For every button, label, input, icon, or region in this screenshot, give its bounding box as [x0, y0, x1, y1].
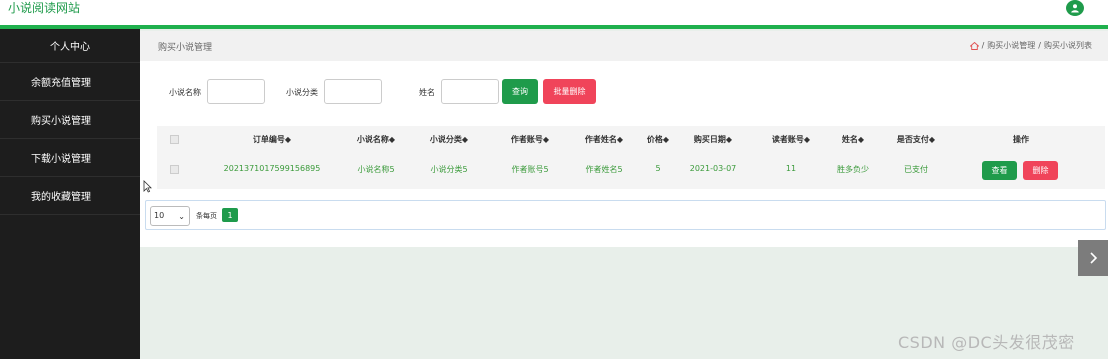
cell-author-account: 作者账号5: [511, 165, 549, 174]
chevron-right-icon: [1090, 252, 1098, 264]
site-title: 小说阅读网站: [8, 1, 81, 15]
delete-button[interactable]: 删除: [1023, 161, 1058, 180]
page-size-select[interactable]: 10 ⌄: [150, 206, 190, 226]
column-novel-name[interactable]: 小说名称◆: [357, 134, 395, 145]
page-title: 购买小说管理: [158, 43, 213, 53]
sidebar-item-download-novel[interactable]: 下载小说管理: [0, 139, 140, 177]
novel-category-input[interactable]: [324, 79, 382, 104]
mouse-cursor-icon: [143, 180, 152, 193]
search-form: 小说名称 小说分类 姓名 查询 批量删除: [140, 61, 1108, 121]
column-order-no[interactable]: 订单编号◆: [253, 134, 291, 145]
select-all-checkbox[interactable]: [170, 135, 179, 144]
main-content: 购买小说管理 / 购买小说管理 / 购买小说列表 小说名称 小说分类 姓名 查询…: [140, 29, 1108, 359]
breadcrumb: / 购买小说管理 / 购买小说列表: [969, 40, 1092, 51]
column-purchase-date[interactable]: 购买日期◆: [694, 134, 732, 145]
cell-novel-category: 小说分类5: [430, 165, 468, 174]
column-author-name[interactable]: 作者姓名◆: [585, 134, 623, 145]
cell-paid: 已支付: [904, 165, 928, 174]
sidebar-item-personal-center[interactable]: 个人中心: [0, 29, 140, 63]
user-avatar-icon[interactable]: [1066, 0, 1084, 16]
batch-delete-button[interactable]: 批量删除: [543, 79, 596, 104]
data-table: 订单编号◆ 小说名称◆ 小说分类◆ 作者账号◆ 作者姓名◆ 价格◆ 购买日期◆ …: [157, 126, 1105, 189]
cell-reader-account: 11: [785, 164, 797, 173]
sidebar-item-balance-recharge[interactable]: 余额充值管理: [0, 63, 140, 101]
page-button-current[interactable]: 1: [222, 208, 238, 222]
view-button[interactable]: 查看: [982, 161, 1017, 180]
column-actions: 操作: [1013, 135, 1029, 144]
next-arrow-button[interactable]: [1078, 240, 1108, 276]
cell-price: 5: [655, 164, 661, 173]
breadcrumb-purchase-novel[interactable]: 购买小说管理: [987, 40, 1035, 51]
home-icon[interactable]: [969, 41, 979, 50]
column-author-account[interactable]: 作者账号◆: [511, 134, 549, 145]
name-input[interactable]: [441, 79, 499, 104]
name-label: 姓名: [419, 88, 435, 97]
column-novel-category[interactable]: 小说分类◆: [430, 134, 468, 145]
cell-purchase-date: 2021-03-07: [689, 164, 737, 173]
novel-category-label: 小说分类: [286, 88, 318, 97]
cell-author-name: 作者姓名5: [585, 165, 623, 174]
query-button[interactable]: 查询: [502, 79, 538, 104]
chevron-down-icon: ⌄: [178, 212, 185, 221]
cell-name: 胜多负少: [837, 165, 869, 174]
column-paid[interactable]: 是否支付◆: [897, 134, 935, 145]
column-reader-account[interactable]: 读者账号◆: [772, 134, 810, 145]
row-checkbox[interactable]: [170, 165, 179, 174]
cell-novel-name: 小说名称5: [357, 165, 395, 174]
sidebar: 个人中心 余额充值管理 购买小说管理 下载小说管理 我的收藏管理: [0, 29, 140, 359]
column-name[interactable]: 姓名◆: [842, 134, 864, 145]
novel-name-input[interactable]: [207, 79, 265, 104]
sidebar-item-purchase-novel[interactable]: 购买小说管理: [0, 101, 140, 139]
per-page-label: 条每页: [196, 212, 217, 220]
pagination: 10 ⌄ 条每页 1: [145, 200, 1106, 230]
top-bar: 小说阅读网站: [0, 0, 1108, 25]
breadcrumb-purchase-list: 购买小说列表: [1044, 41, 1092, 50]
watermark: CSDN @DC头发很茂密: [898, 333, 1075, 352]
column-price[interactable]: 价格◆: [647, 134, 669, 145]
sidebar-item-favorites[interactable]: 我的收藏管理: [0, 177, 140, 215]
breadcrumb-bar: 购买小说管理 / 购买小说管理 / 购买小说列表: [140, 31, 1108, 61]
novel-name-label: 小说名称: [169, 88, 201, 97]
cell-order-no: 2021371017599156895: [223, 164, 321, 173]
